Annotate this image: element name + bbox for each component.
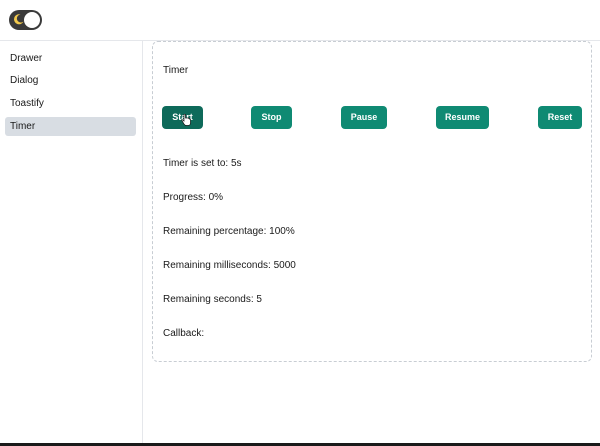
pause-button[interactable]: Pause (341, 106, 387, 129)
reset-button[interactable]: Reset (538, 106, 582, 129)
page-title: Timer (163, 65, 189, 76)
timer-panel: Timer Start Stop Pause Resume Reset Time… (152, 41, 592, 362)
sidebar-item-drawer[interactable]: Drawer (5, 49, 136, 68)
toggle-knob (24, 12, 40, 28)
sidebar: Drawer Dialog Toastify Timer (0, 41, 143, 446)
remaining-seconds-text: Remaining seconds: 5 (163, 294, 262, 305)
progress-text: Progress: 0% (163, 192, 224, 203)
sidebar-item-toastify[interactable]: Toastify (5, 94, 136, 113)
top-bar (0, 0, 600, 41)
remaining-percentage-text: Remaining percentage: 100% (163, 226, 295, 237)
resume-button[interactable]: Resume (436, 106, 489, 129)
start-button[interactable]: Start (162, 106, 203, 129)
callback-text: Callback: (163, 328, 205, 339)
sidebar-item-dialog[interactable]: Dialog (5, 71, 136, 90)
timer-set-text: Timer is set to: 5s (163, 158, 242, 169)
sidebar-item-timer[interactable]: Timer (5, 117, 136, 136)
remaining-milliseconds-text: Remaining milliseconds: 5000 (163, 260, 296, 271)
stop-button[interactable]: Stop (251, 106, 292, 129)
theme-toggle[interactable] (9, 10, 42, 30)
